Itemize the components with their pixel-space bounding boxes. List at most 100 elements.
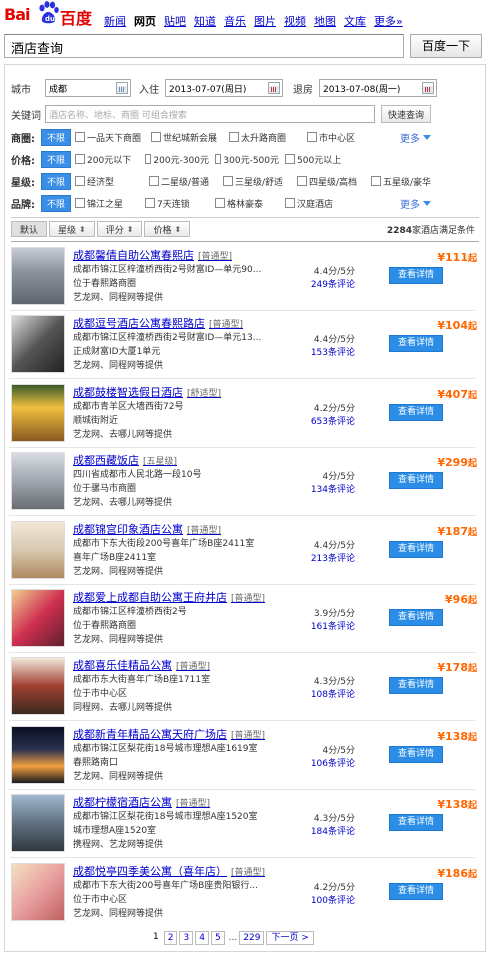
nav-item[interactable]: 地图	[314, 13, 336, 29]
filter-all-tag[interactable]: 不限	[41, 172, 72, 190]
checkbox[interactable]	[297, 176, 308, 186]
filter-all-tag[interactable]: 不限	[41, 150, 72, 168]
sort-button[interactable]: 默认	[11, 221, 48, 237]
hotel-thumbnail[interactable]	[11, 657, 65, 715]
filter-option[interactable]: 锦江之星	[75, 197, 139, 210]
nav-item[interactable]: 视频	[284, 13, 306, 29]
hotel-thumbnail[interactable]	[11, 315, 65, 373]
search-button[interactable]: 百度一下	[410, 34, 482, 58]
view-details-button[interactable]: 查看详情	[389, 609, 443, 626]
nav-item[interactable]: 图片	[254, 13, 276, 29]
filter-option[interactable]: 五星级/豪华	[371, 175, 439, 188]
checkbox[interactable]	[285, 198, 296, 208]
hotel-thumbnail[interactable]	[11, 452, 65, 510]
hotel-thumbnail[interactable]	[11, 247, 65, 305]
filter-option[interactable]: 200元以下	[75, 153, 139, 166]
hotel-name-link[interactable]: 成都悦亭四季美公寓（喜年店） [普通型]	[73, 863, 265, 879]
filter-option[interactable]: 格林豪泰	[215, 197, 279, 210]
nav-item[interactable]: 更多»	[374, 13, 403, 29]
next-page-button[interactable]: 下一页 >	[266, 931, 314, 945]
calendar-icon[interactable]	[422, 82, 434, 94]
hotel-reviews-link[interactable]: 161条评论	[305, 619, 355, 632]
filter-option[interactable]: 二星级/普通	[149, 175, 217, 188]
page-link[interactable]: 4	[195, 931, 209, 945]
hotel-name-link[interactable]: 成都喜乐佳精品公寓 [普通型]	[73, 657, 210, 673]
checkout-field[interactable]: 2013-07-08(周一)	[319, 79, 437, 97]
city-field[interactable]: 成都	[45, 79, 131, 97]
filter-option[interactable]: 三星级/舒适	[223, 175, 291, 188]
checkbox[interactable]	[75, 198, 86, 208]
nav-item[interactable]: 新闻	[104, 13, 126, 29]
checkbox[interactable]	[149, 176, 160, 186]
nav-item[interactable]: 文库	[344, 13, 366, 29]
sort-button[interactable]: 星级 ⬍	[49, 221, 95, 237]
nav-item[interactable]: 网页	[134, 13, 156, 29]
view-details-button[interactable]: 查看详情	[389, 541, 443, 558]
checkbox[interactable]	[75, 154, 86, 164]
filter-option[interactable]: 太升路商圈	[229, 131, 301, 144]
hotel-reviews-link[interactable]: 153条评论	[305, 345, 355, 358]
quick-search-button[interactable]: 快速查询	[381, 105, 432, 123]
hotel-name-link[interactable]: 成都新青年精品公寓天府广场店 [普通型]	[73, 726, 265, 742]
hotel-name-link[interactable]: 成都爱上成都自助公寓王府井店 [普通型]	[73, 589, 265, 605]
hotel-reviews-link[interactable]: 249条评论	[305, 277, 355, 290]
checkbox[interactable]	[285, 154, 296, 164]
page-link[interactable]: 3	[179, 931, 194, 945]
filter-option[interactable]: 200元-300元	[145, 153, 209, 166]
nav-item[interactable]: 知道	[194, 13, 216, 29]
checkbox[interactable]	[215, 198, 226, 208]
filter-all-tag[interactable]: 不限	[41, 194, 72, 212]
hotel-thumbnail[interactable]	[11, 589, 65, 647]
view-details-button[interactable]: 查看详情	[389, 746, 443, 763]
checkbox[interactable]	[75, 132, 86, 142]
hotel-thumbnail[interactable]	[11, 521, 65, 579]
page-link[interactable]: 5	[210, 931, 225, 945]
city-picker-icon[interactable]	[116, 82, 128, 94]
checkin-field[interactable]: 2013-07-07(周日)	[165, 79, 283, 97]
checkbox[interactable]	[229, 132, 240, 142]
filter-all-tag[interactable]: 不限	[41, 128, 72, 146]
checkbox[interactable]	[151, 132, 162, 142]
filter-option[interactable]: 500元以上	[285, 153, 349, 166]
checkbox[interactable]	[371, 176, 382, 186]
hotel-name-link[interactable]: 成都馨倩自助公寓春熙店 [普通型]	[73, 247, 232, 263]
sort-button[interactable]: 价格 ⬍	[144, 221, 191, 237]
filter-option[interactable]: 7天连锁	[145, 197, 209, 210]
view-details-button[interactable]: 查看详情	[389, 267, 443, 284]
hotel-name-link[interactable]: 成都西藏饭店 [五星级]	[73, 452, 177, 468]
hotel-name-link[interactable]: 成都逗号酒店公寓春熙路店 [普通型]	[73, 315, 243, 331]
hotel-reviews-link[interactable]: 653条评论	[305, 414, 355, 427]
filter-option[interactable]: 市中心区	[307, 131, 379, 144]
filter-option[interactable]: 四星级/高档	[297, 175, 365, 188]
view-details-button[interactable]: 查看详情	[389, 883, 443, 900]
hotel-reviews-link[interactable]: 134条评论	[305, 482, 355, 495]
hotel-thumbnail[interactable]	[11, 863, 65, 921]
checkbox[interactable]	[215, 154, 222, 164]
checkbox[interactable]	[145, 198, 156, 208]
view-details-button[interactable]: 查看详情	[389, 677, 443, 694]
nav-item[interactable]: 音乐	[224, 13, 246, 29]
view-details-button[interactable]: 查看详情	[389, 335, 443, 352]
filter-option[interactable]: 世纪城新会展	[151, 131, 223, 144]
calendar-icon[interactable]	[268, 82, 280, 94]
view-details-button[interactable]: 查看详情	[389, 814, 443, 831]
hotel-reviews-link[interactable]: 213条评论	[305, 551, 355, 564]
search-input[interactable]: 酒店查询	[4, 34, 404, 58]
filter-option[interactable]: 汉庭酒店	[285, 197, 349, 210]
hotel-reviews-link[interactable]: 184条评论	[305, 824, 355, 837]
page-link-last[interactable]: 229	[239, 931, 265, 945]
hotel-reviews-link[interactable]: 108条评论	[305, 687, 355, 700]
hotel-thumbnail[interactable]	[11, 384, 65, 442]
hotel-thumbnail[interactable]	[11, 794, 65, 852]
nav-item[interactable]: 贴吧	[164, 13, 186, 29]
filter-option[interactable]: 300元-500元	[215, 153, 279, 166]
more-link[interactable]: 更多	[400, 196, 431, 211]
view-details-button[interactable]: 查看详情	[389, 472, 443, 489]
filter-option[interactable]: 经济型	[75, 175, 143, 188]
hotel-name-link[interactable]: 成都柠檬宿酒店公寓 [普通型]	[73, 794, 210, 810]
hotel-thumbnail[interactable]	[11, 726, 65, 784]
checkbox[interactable]	[307, 132, 318, 142]
more-link[interactable]: 更多	[400, 130, 431, 145]
baidu-logo[interactable]: Bai du 百度	[4, 1, 100, 28]
keyword-input[interactable]: 酒店名称、地标、商圈 可组合搜索	[45, 105, 375, 123]
